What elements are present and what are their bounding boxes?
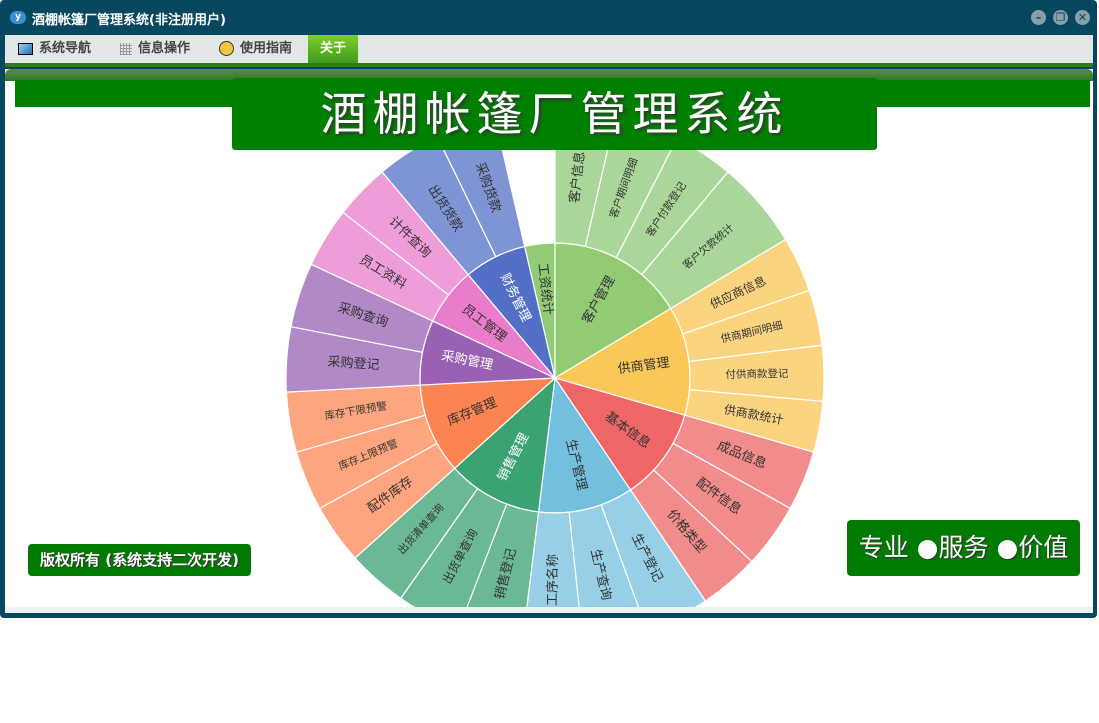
system-banner-title: 酒棚帐篷厂管理系统: [232, 78, 877, 150]
copyright-badge: 版权所有 (系统支持二次开发): [28, 544, 251, 576]
slogan-badge: 专业 ●服务 ●价值: [847, 520, 1080, 576]
sunburst-outer-label: 付供商款登记: [725, 367, 789, 381]
sunburst-outer-label: 工序名称: [545, 554, 561, 606]
